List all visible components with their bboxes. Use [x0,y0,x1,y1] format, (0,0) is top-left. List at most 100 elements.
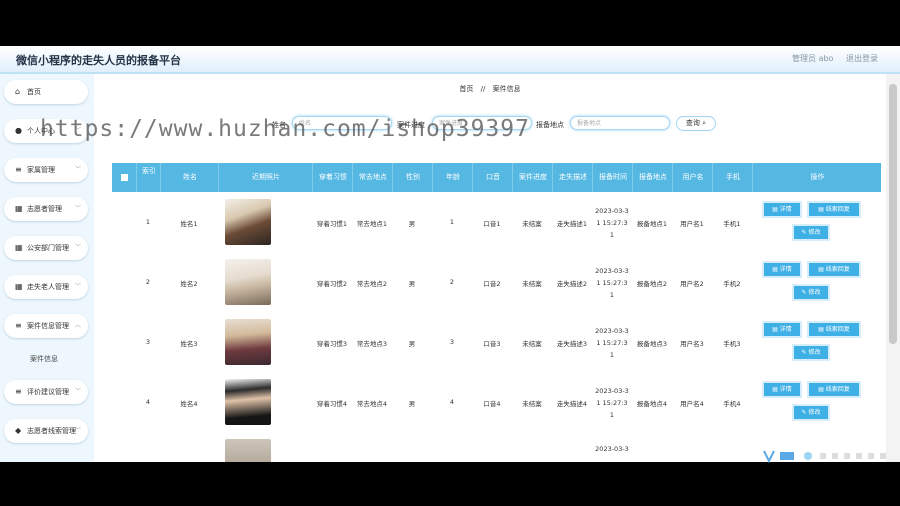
clue-reply-button[interactable]: ▤ 线索回复 [807,381,861,398]
time-line: 1 [609,291,615,299]
cell-habit: 穿着习惯1 [316,220,348,228]
cell-gender: 男 [408,280,416,288]
cell-username: 用户名1 [680,220,704,228]
cell-index: 2 [145,278,151,286]
person-photo[interactable] [225,379,271,425]
sidebar-item-feedback[interactable]: ≡ 评价建议管理 ﹀ [4,380,88,404]
cell-time: 2023-03-3 1 15:27:3 1 [592,385,632,421]
time-line: 2023-03-3 [595,267,629,275]
app-title: 微信小程序的走失人员的报备平台 [16,54,181,67]
cell-description: 走失描述1 [556,220,588,228]
chevron-down-icon: ﹀ [74,205,81,212]
sidebar-item-label: 案件信息管理 [27,322,69,330]
table-row[interactable]: 2 姓名2 穿着习惯2 常去地点2 男 2 口音2 未结案 走失描述2 2023… [112,252,881,312]
cell-index: 3 [145,338,151,346]
cell-name: 姓名3 [180,340,198,348]
reply-icon: ▤ [818,206,826,213]
cell-username: 用户名4 [680,400,704,408]
chevron-down-icon: ﹀ [74,166,81,173]
cell-name: 姓名2 [180,280,198,288]
location-input[interactable]: 报备地点 [570,116,670,130]
cell-location: 报备地点1 [636,220,668,228]
time-line: 1 [609,411,615,419]
edit-button[interactable]: ✎ 修改 [792,404,830,421]
sidebar-item-home[interactable]: ⌂ 首页 [4,80,88,104]
detail-button[interactable]: ▤ 详情 [762,381,802,398]
search-button[interactable]: 查询 ⌕ [676,116,716,131]
header-gender: 性别 [392,163,433,192]
toolbar-square-icon [820,453,826,459]
cell-age: 1 [449,218,455,226]
detail-button[interactable]: ▤ 详情 [762,201,802,218]
toolbar-square-icon [856,453,862,459]
detail-button[interactable]: ▤ 详情 [762,321,802,338]
table-row[interactable]: 4 姓名4 穿着习惯4 常去地点4 男 4 口音4 未结案 走失描述4 2023… [112,372,881,432]
list-icon: ≡ [15,321,22,330]
cell-habit: 穿着习惯3 [316,340,348,348]
sidebar-item-label: 志愿者管理 [27,205,62,213]
cell-place: 常去地点1 [356,220,388,228]
sidebar-item-police[interactable]: ▦ 公安部门管理 ﹀ [4,236,88,260]
person-photo[interactable] [225,199,271,245]
detail-button[interactable]: ▤ 详情 [762,261,802,278]
person-icon: ● [15,126,22,135]
select-all-checkbox[interactable] [120,173,128,181]
sidebar-item-label: 志愿者线索管理 [27,427,76,435]
clue-reply-label: 线索回复 [825,206,850,213]
header-photo: 近期照片 [218,163,313,192]
toolbar-square-icon [844,453,850,459]
sidebar-subitem-case-info[interactable]: 案件信息 [30,354,58,364]
app-screen: 微信小程序的走失人员的报备平台 管理员 abo 退出登录 ⌂ 首页 ● 个人中心… [0,46,900,462]
list-icon: ≡ [15,165,22,174]
header-location: 报备地点 [632,163,673,192]
cell-time: 2023-03-3 1 15:27:3 1 [592,325,632,361]
edit-button[interactable]: ✎ 修改 [792,344,830,361]
sidebar-item-volunteers[interactable]: ▦ 志愿者管理 ﹀ [4,197,88,221]
user-name: 管理员 abo [792,54,834,63]
sidebar-item-cases[interactable]: ≡ 案件信息管理 ︿ [4,314,88,338]
cell-phone: 手机2 [723,280,741,288]
cell-username: 用户名3 [680,340,704,348]
toolbar-dot-icon [804,452,812,460]
toolbar-icons [763,450,886,464]
table-row[interactable]: 1 姓名1 穿着习惯1 常去地点1 男 1 口音1 未结案 走失描述1 2023… [112,192,881,252]
cell-progress: 未结案 [522,220,542,228]
person-photo[interactable] [225,319,271,365]
location-icon: ◆ [15,426,22,435]
cell-gender: 男 [408,340,416,348]
sidebar-item-volunteer-clues[interactable]: ◆ 志愿者线索管理 ﹀ [4,419,88,443]
user-area: 管理员 abo 退出登录 [782,53,878,64]
clue-reply-button[interactable]: ▤ 线索回复 [807,321,861,338]
sidebar-item-family[interactable]: ≡ 家属管理 ﹀ [4,158,88,182]
cell-progress: 未结案 [522,280,542,288]
cell-age: 2 [449,278,455,286]
reply-icon: ▤ [818,386,826,393]
person-photo[interactable] [225,439,271,462]
detail-icon: ▤ [772,266,780,273]
breadcrumb-home[interactable]: 首页 [459,85,473,93]
detail-label: 详情 [779,266,792,273]
sidebar-item-label: 公安部门管理 [27,244,69,252]
detail-icon: ▤ [772,326,780,333]
home-icon: ⌂ [15,87,21,96]
time-line: 2023-03-3 [595,207,629,215]
sidebar-item-missing-elders[interactable]: ▦ 走失老人管理 ﹀ [4,275,88,299]
cell-gender: 男 [408,400,416,408]
clue-reply-button[interactable]: ▤ 线索回复 [807,261,861,278]
clue-reply-label: 线索回复 [825,326,850,333]
scrollbar[interactable] [886,74,900,462]
toolbar-square-icon [868,453,874,459]
time-line: 1 15:27:3 [596,339,628,347]
breadcrumb-current: 案件信息 [492,85,521,93]
edit-button[interactable]: ✎ 修改 [792,224,830,241]
detail-label: 详情 [779,206,792,213]
logout-link[interactable]: 退出登录 [846,54,878,63]
table-row[interactable]: 3 姓名3 穿着习惯3 常去地点3 男 3 口音3 未结案 走失描述3 2023… [112,312,881,372]
scrollbar-thumb[interactable] [889,84,897,344]
clue-reply-button[interactable]: ▤ 线索回复 [807,201,861,218]
sidebar-item-label: 家属管理 [27,166,55,174]
clue-reply-label: 线索回复 [825,266,850,273]
header-username: 用户名 [672,163,713,192]
edit-button[interactable]: ✎ 修改 [792,284,830,301]
person-photo[interactable] [225,259,271,305]
